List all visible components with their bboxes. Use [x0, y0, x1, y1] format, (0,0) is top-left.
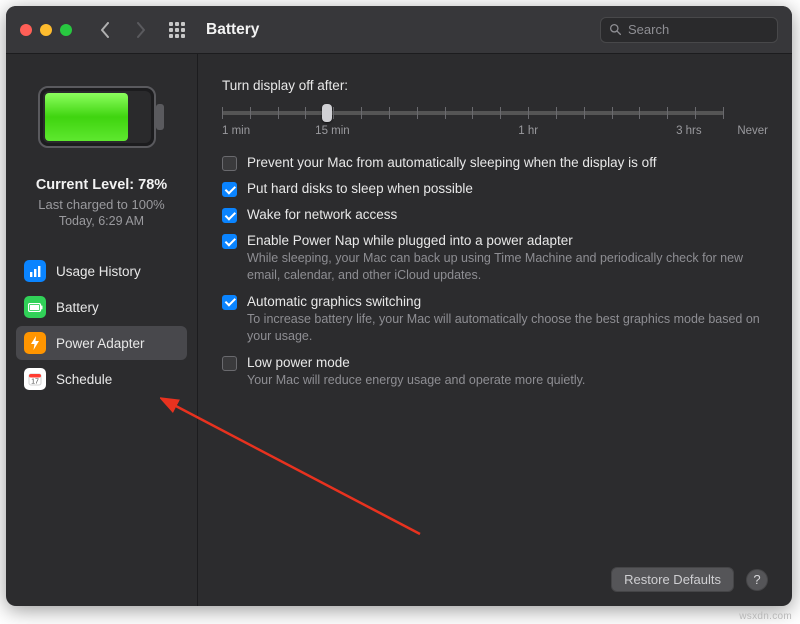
- checkbox[interactable]: [222, 156, 237, 171]
- sidebar-nav: Usage History Battery Power Adapter: [16, 254, 187, 396]
- option-desc: While sleeping, your Mac can back up usi…: [247, 250, 768, 284]
- sidebar-item-label: Schedule: [56, 372, 112, 387]
- option-label: Enable Power Nap while plugged into a po…: [247, 233, 768, 248]
- option-label: Low power mode: [247, 355, 768, 370]
- search-icon: [609, 23, 622, 36]
- sidebar-item-usage-history[interactable]: Usage History: [16, 254, 187, 288]
- search-field[interactable]: Search: [600, 17, 778, 43]
- opt-low-power: Low power mode Your Mac will reduce ener…: [222, 355, 768, 389]
- calendar-icon: 17: [24, 368, 46, 390]
- current-level-label: Current Level: 78%: [36, 177, 167, 193]
- mark-1min: 1 min: [222, 125, 250, 137]
- slider-ticks: [222, 107, 724, 119]
- opt-hdd-sleep: Put hard disks to sleep when possible: [222, 181, 768, 197]
- watermark: wsxdn.com: [739, 611, 792, 622]
- checkbox[interactable]: [222, 295, 237, 310]
- checkbox[interactable]: [222, 234, 237, 249]
- checkbox[interactable]: [222, 208, 237, 223]
- main-panel: Turn display off after: 1 min 15 min 1 h…: [198, 54, 792, 606]
- svg-text:17: 17: [31, 379, 39, 386]
- help-button[interactable]: ?: [746, 569, 768, 591]
- options-list: Prevent your Mac from automatically slee…: [222, 155, 768, 388]
- titlebar: Battery Search: [6, 6, 792, 54]
- slider-thumb[interactable]: [322, 104, 332, 122]
- battery-status: Current Level: 78% Last charged to 100% …: [36, 177, 167, 228]
- battery-icon: [38, 86, 166, 153]
- option-label: Automatic graphics switching: [247, 294, 768, 309]
- opt-auto-graphics: Automatic graphics switching To increase…: [222, 294, 768, 345]
- last-charged-time: Today, 6:29 AM: [36, 214, 167, 228]
- opt-power-nap: Enable Power Nap while plugged into a po…: [222, 233, 768, 284]
- option-desc: To increase battery life, your Mac will …: [247, 311, 768, 345]
- sidebar-item-label: Battery: [56, 300, 99, 315]
- battery-small-icon: [24, 296, 46, 318]
- opt-prevent-sleep: Prevent your Mac from automatically slee…: [222, 155, 768, 171]
- last-charged-label: Last charged to 100%: [36, 197, 167, 212]
- sidebar-item-label: Power Adapter: [56, 336, 145, 351]
- sidebar-item-schedule[interactable]: 17 Schedule: [16, 362, 187, 396]
- display-off-heading: Turn display off after:: [222, 78, 768, 93]
- footer: Restore Defaults ?: [222, 557, 768, 592]
- restore-defaults-button[interactable]: Restore Defaults: [611, 567, 734, 592]
- content-body: Current Level: 78% Last charged to 100% …: [6, 54, 792, 606]
- search-placeholder: Search: [628, 22, 669, 37]
- option-desc: Your Mac will reduce energy usage and op…: [247, 372, 768, 389]
- back-button[interactable]: [92, 17, 118, 43]
- checkbox[interactable]: [222, 356, 237, 371]
- sidebar-item-label: Usage History: [56, 264, 141, 279]
- mark-3hrs: 3 hrs: [676, 125, 702, 137]
- option-label: Prevent your Mac from automatically slee…: [247, 155, 768, 170]
- window-controls: [20, 24, 72, 36]
- zoom-window-button[interactable]: [60, 24, 72, 36]
- bolt-icon: [24, 332, 46, 354]
- sidebar-item-battery[interactable]: Battery: [16, 290, 187, 324]
- sidebar: Current Level: 78% Last charged to 100% …: [6, 54, 198, 606]
- mark-1hr: 1 hr: [518, 125, 538, 137]
- chart-icon: [24, 260, 46, 282]
- option-label: Put hard disks to sleep when possible: [247, 181, 768, 196]
- preferences-window: Battery Search: [6, 6, 792, 606]
- sidebar-item-power-adapter[interactable]: Power Adapter: [16, 326, 187, 360]
- show-all-button[interactable]: [164, 17, 190, 43]
- slider-mark-labels: 1 min 15 min 1 hr 3 hrs Never: [222, 125, 768, 141]
- mark-never: Never: [737, 125, 768, 137]
- page-title: Battery: [206, 21, 259, 39]
- checkbox[interactable]: [222, 182, 237, 197]
- display-off-slider[interactable]: [222, 101, 768, 123]
- option-label: Wake for network access: [247, 207, 768, 222]
- opt-wake-network: Wake for network access: [222, 207, 768, 223]
- close-window-button[interactable]: [20, 24, 32, 36]
- forward-button[interactable]: [128, 17, 154, 43]
- grid-icon: [169, 22, 185, 38]
- minimize-window-button[interactable]: [40, 24, 52, 36]
- mark-15min: 15 min: [315, 125, 350, 137]
